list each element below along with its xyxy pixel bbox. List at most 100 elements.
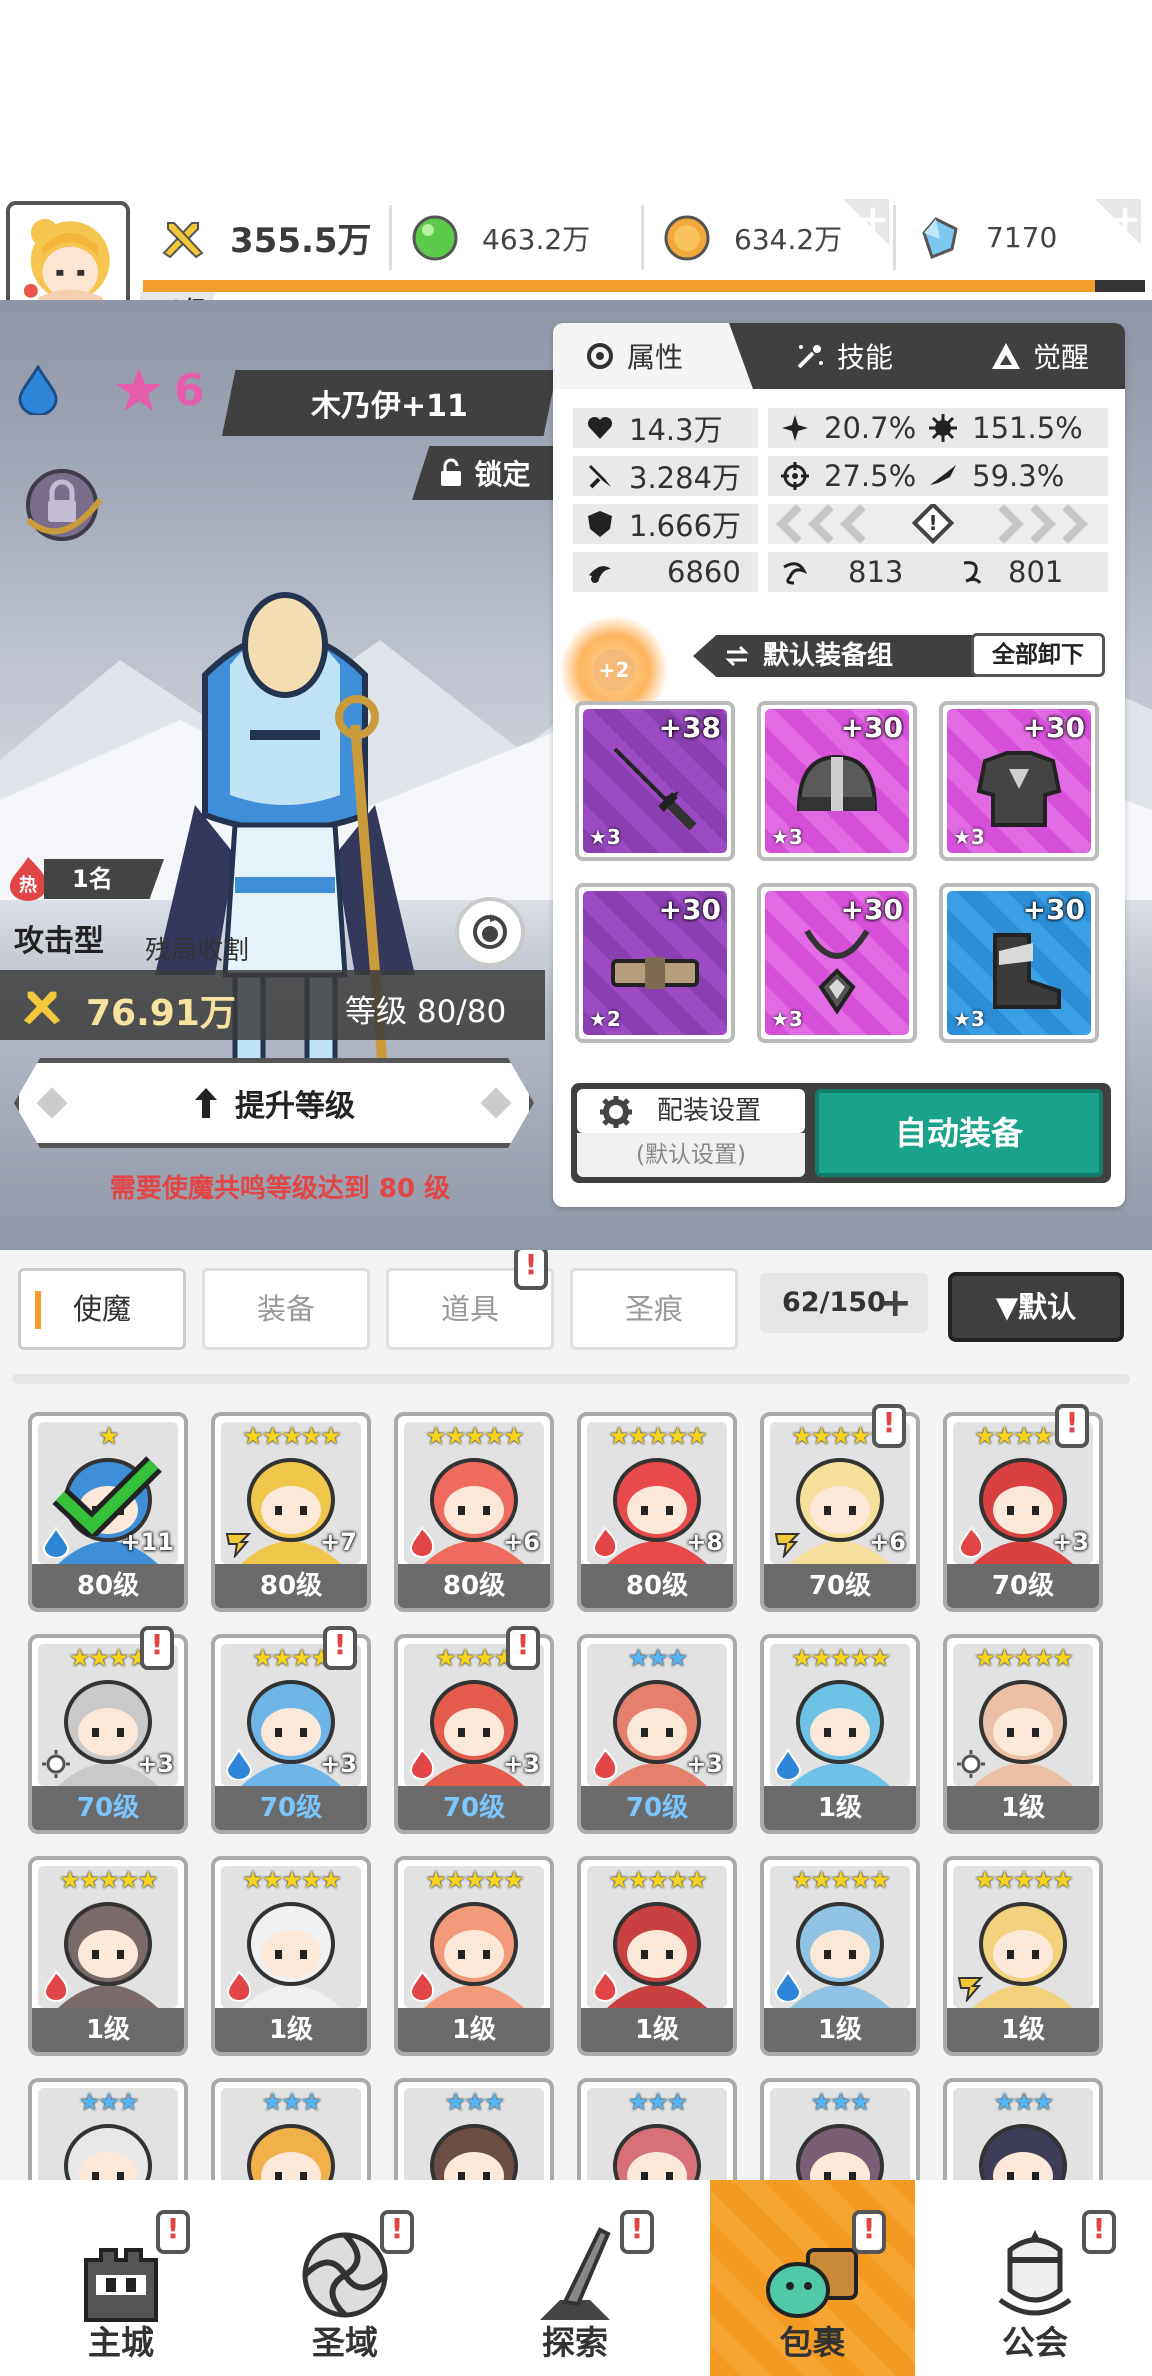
- equip-belt-plus: +30: [658, 893, 721, 926]
- add-crystal-button[interactable]: +: [1095, 199, 1141, 245]
- stat-hit-row: 27.5% 59.3%: [768, 456, 1108, 496]
- equip-necklace-stars: ★3: [771, 1007, 803, 1031]
- familiar-level: 70级: [764, 1564, 916, 1608]
- familiar-plus: +3: [320, 1750, 357, 1778]
- experience-bar: [143, 280, 1145, 292]
- familiar-card[interactable]: ★★★★★ 1级: [943, 1856, 1103, 2056]
- sort-button[interactable]: ▼默认: [948, 1272, 1124, 1342]
- tab-stigma[interactable]: 圣痕: [570, 1268, 738, 1350]
- locked-pet-icon[interactable]: [14, 460, 110, 550]
- familiar-card[interactable]: ★★★: [394, 2078, 554, 2180]
- familiar-level: 1级: [947, 2008, 1099, 2052]
- info-icon[interactable]: !: [911, 504, 955, 544]
- switch-hero-button[interactable]: [455, 897, 525, 967]
- boots-icon: [993, 933, 1061, 1009]
- nav-main-city[interactable]: 主城: [6, 2180, 236, 2376]
- familiar-stars: ★★★★★: [791, 1644, 891, 1672]
- add-gold-button[interactable]: +: [843, 199, 889, 245]
- light-element-icon: [957, 1750, 985, 1778]
- familiar-card[interactable]: ★★★★★ 1级: [760, 1856, 920, 2056]
- inventory-count: 62/150 +: [760, 1273, 928, 1333]
- equip-slot-boots[interactable]: +30 ★3: [939, 883, 1099, 1043]
- familiar-plus: +11: [120, 1528, 174, 1556]
- tab-equipment[interactable]: 装备: [202, 1268, 370, 1350]
- equip-slot-necklace[interactable]: +30 ★3: [757, 883, 917, 1043]
- familiar-level: 1级: [947, 1786, 1099, 1830]
- crystal-resource: 7170 +: [896, 199, 1145, 270]
- familiar-stars: ★★★★★: [242, 1422, 342, 1450]
- set-bonus-value: +2: [593, 649, 635, 691]
- alert-icon: [1082, 2210, 1116, 2254]
- equip-slot-armor[interactable]: +30 ★3: [939, 701, 1099, 861]
- familiar-plus: +3: [1052, 1528, 1089, 1556]
- familiar-stars: ★★★★★: [608, 1866, 708, 1894]
- familiar-card[interactable]: ★★★★★ 1级: [943, 1634, 1103, 1834]
- familiar-card[interactable]: ★★★: [28, 2078, 188, 2180]
- water-element-icon: [774, 1748, 802, 1780]
- familiar-card[interactable]: ★★★ +3 70级: [577, 1634, 737, 1834]
- familiar-card[interactable]: ★★★: [760, 2078, 920, 2180]
- stat-speed-c-value: 801: [1008, 555, 1064, 589]
- hero-level-text: 等级 80/80: [345, 994, 507, 1030]
- familiar-level: 1级: [581, 2008, 733, 2052]
- light-element-icon: [42, 1750, 70, 1778]
- familiar-card[interactable]: ★★★: [943, 2078, 1103, 2180]
- hero-stars-value: 6: [174, 364, 205, 416]
- familiar-plus: +3: [137, 1750, 174, 1778]
- lock-button[interactable]: 锁定: [412, 446, 557, 500]
- tab-familiar[interactable]: 使魔: [18, 1268, 186, 1350]
- equip-slot-helmet[interactable]: +30 ★3: [757, 701, 917, 861]
- alert-icon: [852, 2210, 886, 2254]
- gold-coin-icon: [664, 215, 710, 260]
- alert-icon: [872, 1404, 906, 1448]
- unload-all-button[interactable]: 全部卸下: [971, 633, 1105, 677]
- familiar-card[interactable]: ★★★★★ 1级: [394, 1856, 554, 2056]
- tab-awaken[interactable]: 觉醒: [973, 323, 1125, 389]
- equip-slot-belt[interactable]: +30 ★2: [575, 883, 735, 1043]
- familiar-plus: +3: [503, 1750, 540, 1778]
- expand-inventory-button[interactable]: +: [878, 1273, 912, 1333]
- arrow-up-icon: [195, 1088, 217, 1118]
- familiar-stars: ★★★★★: [425, 1866, 525, 1894]
- alert-icon: [140, 1626, 174, 1670]
- familiar-card[interactable]: ★★★★★ +8 80级: [577, 1412, 737, 1612]
- tab-attributes[interactable]: 属性: [553, 323, 753, 389]
- nav-explore-label: 探索: [542, 2323, 608, 2362]
- crossed-swords-icon: [23, 991, 61, 1025]
- auto-equip-button[interactable]: 自动装备: [815, 1089, 1103, 1177]
- stat-attack-row: 3.284万: [573, 456, 758, 496]
- nav-bag[interactable]: 包裹: [710, 2180, 915, 2376]
- familiar-card[interactable]: ★★★: [577, 2078, 737, 2180]
- nav-bag-label: 包裹: [779, 2323, 846, 2362]
- fire-element-icon: [592, 1748, 618, 1780]
- familiar-card[interactable]: ★★★: [211, 2078, 371, 2180]
- spiral-icon: [963, 561, 982, 584]
- equipment-set-selector[interactable]: 默认装备组: [693, 635, 985, 677]
- nav-guild[interactable]: 公会: [920, 2180, 1150, 2376]
- tab-skills[interactable]: 技能: [773, 323, 943, 389]
- alert-icon: [323, 1626, 357, 1670]
- familiar-card[interactable]: ★★★★★ 1级: [28, 1856, 188, 2056]
- loadout-config-button[interactable]: 配装设置: [577, 1089, 805, 1133]
- familiar-stars: ★★★★★: [791, 1866, 891, 1894]
- helmet-icon: [796, 754, 878, 811]
- nav-sanctuary[interactable]: 圣域: [230, 2180, 460, 2376]
- equip-boots-stars: ★3: [953, 1007, 985, 1031]
- upgrade-level-button[interactable]: 提升等级: [14, 1058, 534, 1148]
- familiar-card[interactable]: ★★★★★ +6 80级: [394, 1412, 554, 1612]
- familiar-plus: +8: [686, 1528, 723, 1556]
- familiar-card[interactable]: ★★★★★ 1级: [211, 1856, 371, 2056]
- equip-slot-sword[interactable]: +38 ★3: [575, 701, 735, 861]
- familiar-card[interactable]: ★★★★★ +7 80级: [211, 1412, 371, 1612]
- familiar-card[interactable]: ★★★★★ 1级: [577, 1856, 737, 2056]
- hero-power-bar: 76.91万 等级 80/80: [0, 970, 545, 1040]
- familiar-card[interactable]: ★★★★★ 1级: [760, 1634, 920, 1834]
- stat-speed-b-value: 813: [848, 555, 904, 589]
- familiar-card[interactable]: ★ +11 80级: [28, 1412, 188, 1612]
- hero-power-value: 76.91万: [86, 993, 236, 1034]
- hero-name: 木乃伊+11: [222, 370, 557, 436]
- familiar-level: 70级: [32, 1786, 184, 1830]
- nav-explore[interactable]: 探索: [460, 2180, 690, 2376]
- bottom-navigation: 主城 圣域 探索 包裹 公会: [0, 2180, 1152, 2376]
- familiar-stars: ★★★★★: [59, 1866, 159, 1894]
